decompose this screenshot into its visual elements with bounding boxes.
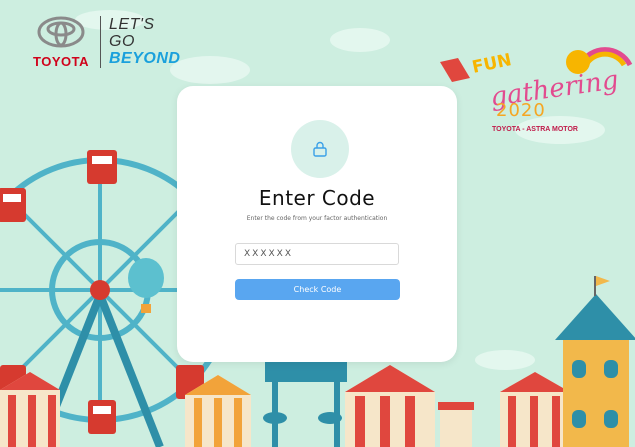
page-subtitle: Enter the code from your factor authenti… <box>246 215 388 222</box>
event-year: 2020 <box>496 100 546 121</box>
tagline-line-3: BEYOND <box>109 50 181 67</box>
page-title: Enter Code <box>258 186 376 210</box>
event-organizer: TOYOTA - ASTRA MOTOR <box>492 126 578 133</box>
code-input[interactable] <box>235 243 399 265</box>
event-logo: FUN gathering 2020 TOYOTA - ASTRA MOTOR <box>440 40 630 140</box>
lock-icon-badge <box>291 120 349 178</box>
tagline-line-2: GO <box>109 33 135 50</box>
tagline-line-1: LET'S <box>109 16 155 33</box>
toyota-emblem-icon <box>37 16 85 48</box>
check-code-button[interactable]: Check Code <box>235 279 400 300</box>
lock-icon <box>313 141 327 157</box>
event-title-fun: FUN <box>470 50 514 78</box>
toyota-wordmark: TOYOTA <box>33 54 89 69</box>
verification-card: Enter Code Enter the code from your fact… <box>177 86 457 362</box>
toyota-logo: TOYOTA LET'S GO BEYOND <box>26 16 180 69</box>
logo-divider <box>100 16 101 68</box>
tagline: LET'S GO BEYOND <box>109 16 180 67</box>
toyota-emblem: TOYOTA <box>26 16 96 69</box>
